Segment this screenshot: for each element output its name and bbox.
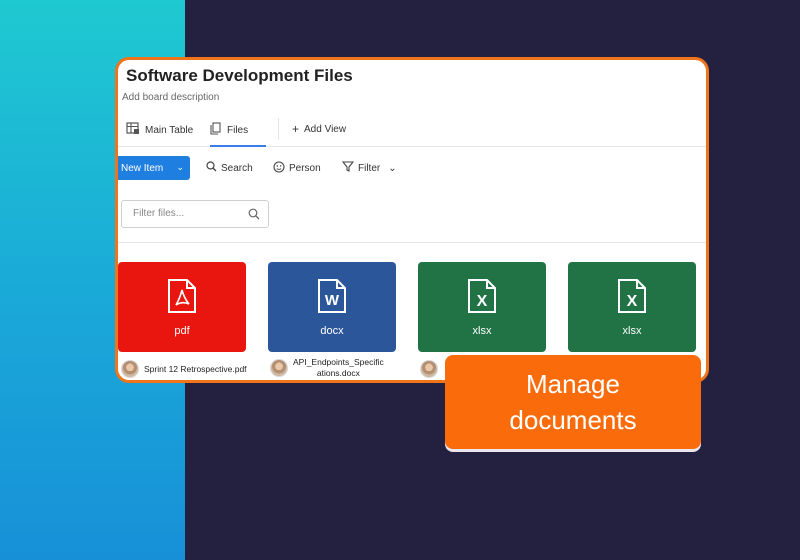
avatar — [270, 359, 288, 377]
excel-icon: X — [467, 262, 497, 319]
table-icon — [126, 122, 140, 138]
file-owner-row: API_Endpoints_Specific ations.docx — [270, 357, 384, 379]
new-item-button[interactable]: New Item ⌄ — [118, 156, 190, 180]
manage-documents-callout: Manage documents — [445, 355, 701, 449]
pdf-icon — [167, 262, 197, 319]
board-card: Software Development Files Add board des… — [115, 57, 709, 383]
tab-label: Files — [227, 124, 249, 136]
avatar — [420, 360, 438, 378]
file-card-pdf[interactable]: pdf — [118, 262, 246, 352]
file-name-line: API_Endpoints_Specific — [293, 357, 384, 367]
file-icon — [210, 122, 222, 138]
person-label: Person — [289, 163, 321, 174]
file-card-xlsx[interactable]: X xlsx — [568, 262, 696, 352]
file-name[interactable]: Sprint 12 Retrospective.pdf — [144, 364, 247, 375]
tab-label: Add View — [304, 123, 347, 135]
filter-button[interactable]: Filter ⌄ — [341, 161, 397, 175]
file-type-label: xlsx — [622, 325, 642, 337]
svg-text:X: X — [627, 293, 638, 310]
search-button[interactable]: Search — [206, 161, 253, 175]
tab-add-view[interactable]: + Add View — [292, 122, 346, 136]
board-toolbar: New Item ⌄ Search Person Filter ⌄ — [118, 156, 706, 180]
file-card-docx[interactable]: W docx — [268, 262, 396, 352]
chevron-down-icon: ⌄ — [388, 162, 397, 174]
file-type-label: docx — [320, 325, 344, 337]
file-card-xlsx[interactable]: X xlsx — [418, 262, 546, 352]
board-description[interactable]: Add board description — [122, 92, 219, 103]
filter-files-input[interactable] — [131, 207, 245, 220]
callout-line: Manage — [526, 369, 620, 399]
tab-separator — [278, 118, 279, 140]
tab-files[interactable]: Files — [210, 122, 266, 147]
word-doc-icon: W — [317, 262, 347, 319]
file-name-line: ations.docx — [316, 368, 360, 378]
plus-icon: + — [292, 122, 300, 136]
excel-icon: X — [617, 262, 647, 319]
tab-label: Main Table — [145, 124, 194, 136]
filter-icon — [341, 161, 355, 175]
svg-text:X: X — [477, 293, 488, 310]
section-divider — [118, 242, 706, 243]
filter-files-field[interactable] — [121, 200, 269, 228]
callout-line: documents — [509, 405, 637, 435]
file-name[interactable]: API_Endpoints_Specific ations.docx — [293, 357, 384, 379]
search-icon — [206, 161, 217, 175]
file-owner-row: Sprint 12 Retrospective.pdf — [121, 360, 247, 378]
filter-label: Filter — [358, 162, 381, 174]
avatar — [121, 360, 139, 378]
view-tabs: Main Table Files + Add View — [118, 116, 706, 147]
file-type-label: pdf — [174, 325, 190, 337]
person-icon — [273, 161, 285, 176]
file-type-label: xlsx — [472, 325, 492, 337]
board-title: Software Development Files — [126, 66, 353, 85]
search-label: Search — [221, 162, 253, 174]
person-filter-button[interactable]: Person — [273, 161, 321, 176]
chevron-down-icon[interactable]: ⌄ — [173, 162, 184, 173]
svg-text:W: W — [325, 292, 340, 309]
file-owner-row — [420, 360, 438, 378]
tab-main-table[interactable]: Main Table — [126, 122, 193, 138]
search-icon — [248, 207, 260, 225]
new-item-label: New Item — [121, 162, 164, 174]
